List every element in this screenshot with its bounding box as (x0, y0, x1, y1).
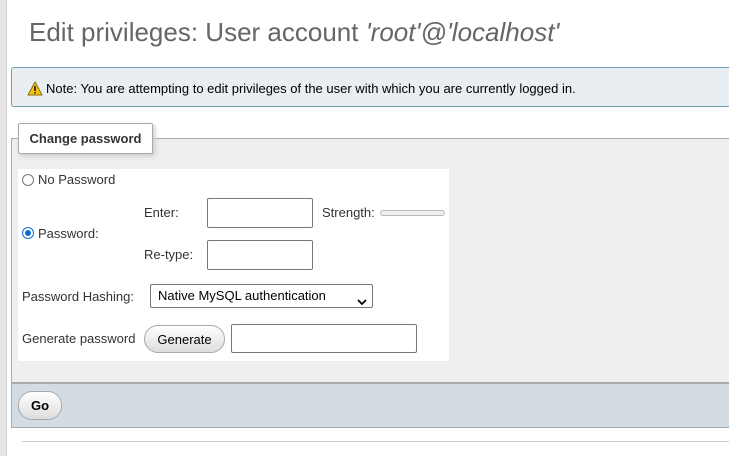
go-button[interactable]: Go (18, 391, 62, 420)
page-title-account: 'root'@'localhost' (365, 17, 560, 47)
password-radio[interactable] (22, 227, 34, 239)
retype-password-label: Re-type: (144, 247, 194, 262)
page-left-border (0, 0, 7, 456)
password-strength-meter (380, 210, 445, 216)
retype-password-input[interactable] (207, 240, 313, 270)
notice-text: Note: You are attempting to edit privile… (46, 81, 576, 96)
generate-password-label: Generate password (22, 331, 136, 346)
strength-label: Strength: (322, 205, 375, 220)
change-password-form: No Password Password: Enter: Strength: R… (18, 169, 449, 361)
password-hashing-select[interactable]: Native MySQL authentication (150, 284, 373, 308)
no-password-radio[interactable] (22, 174, 34, 186)
password-hashing-selected: Native MySQL authentication (158, 288, 326, 303)
page-title: Edit privileges: User account 'root'@'lo… (29, 17, 559, 48)
notice-box: Note: You are attempting to edit privile… (11, 67, 729, 107)
bottom-divider (22, 441, 729, 442)
enter-password-input[interactable] (207, 198, 313, 228)
generated-password-input[interactable] (231, 324, 417, 353)
password-hashing-label: Password Hashing: (22, 289, 134, 304)
page-title-prefix: Edit privileges: User account (29, 17, 366, 47)
form-footer (11, 383, 729, 428)
password-label[interactable]: Password: (38, 226, 99, 241)
generate-button[interactable]: Generate (144, 325, 225, 353)
change-password-legend: Change password (18, 123, 153, 154)
chevron-down-icon (357, 291, 367, 313)
warning-triangle-icon (27, 81, 43, 99)
enter-password-label: Enter: (144, 205, 179, 220)
no-password-label[interactable]: No Password (38, 172, 115, 187)
